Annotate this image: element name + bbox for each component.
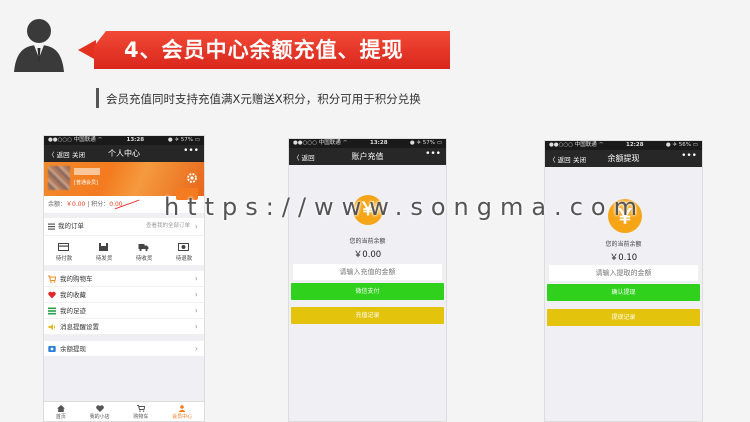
status-battery: ● ✈ 57% ▭ <box>167 137 200 143</box>
tab-label: 购物车 <box>133 414 149 420</box>
more-menu-button[interactable]: ••• <box>681 151 697 161</box>
avatar[interactable] <box>48 166 70 190</box>
status-bar: ●●○○○ 中国联通 ⌔ 12:28 ● ✈ 56% ▭ <box>545 141 702 150</box>
menu-item-notifications[interactable]: 消息提醒设置 › <box>44 319 204 335</box>
more-menu-button[interactable]: ••• <box>183 146 199 156</box>
subtitle-divider <box>96 88 99 108</box>
tab-home[interactable]: 首页 <box>56 402 66 421</box>
current-balance-value: ￥0.10 <box>609 253 638 263</box>
nav-title: 个人中心 <box>108 149 140 158</box>
withdraw-history-button[interactable]: 提现记录 <box>547 309 700 326</box>
tab-member-center[interactable]: 会员中心 <box>172 402 192 421</box>
nav-bar: 〈 返回 关闭 余额提现 ••• <box>545 150 702 167</box>
status-carrier: ●●○○○ 中国联通 ⌔ <box>293 140 348 146</box>
account-recharge-screen: ●●○○○ 中国联通 ⌔ 13:28 ● ✈ 57% ▭ 〈 返回 账户充值 •… <box>288 138 447 422</box>
menu-item-label: 我的足迹 <box>60 307 86 315</box>
tab-label: 首页 <box>55 414 66 420</box>
order-pending-receipt[interactable]: 待收货 <box>135 242 153 262</box>
status-time: 13:28 <box>126 137 145 143</box>
nav-bar: 〈 返回 关闭 个人中心 ••• <box>44 145 204 162</box>
person-silhouette-icon <box>14 19 64 72</box>
menu-item-label: 我的收藏 <box>60 291 86 299</box>
nav-title: 余额提现 <box>607 154 640 163</box>
truck-icon <box>138 244 149 252</box>
chevron-right-icon: › <box>194 290 198 299</box>
menu-group-2: 余额提现 › <box>44 341 204 357</box>
status-bar: ●●○○○ 中国联通 ⌔ 13:28 ● ✈ 57% ▭ <box>289 139 446 148</box>
heart-shop-icon <box>95 405 104 412</box>
confirm-withdraw-button[interactable]: 确认提现 <box>547 284 700 301</box>
list-icon <box>48 307 56 315</box>
order-icon-label: 待付款 <box>55 256 73 262</box>
chevron-right-icon: › <box>194 344 198 353</box>
points-label: | 积分： <box>87 201 110 208</box>
current-balance-label: 您的当前余额 <box>605 241 642 248</box>
balance-withdraw-screen: ●●○○○ 中国联通 ⌔ 12:28 ● ✈ 56% ▭ 〈 返回 关闭 余额提… <box>544 140 703 422</box>
nav-title: 账户充值 <box>351 152 384 161</box>
page-subtitle: 会员充值同时支持充值满X元赠送X积分，积分可用于积分兑换 <box>106 92 421 106</box>
balance-label: 余额： <box>48 201 67 208</box>
menu-lines-icon <box>48 223 55 230</box>
tab-cart[interactable]: 购物车 <box>133 402 148 421</box>
home-icon <box>56 405 65 412</box>
status-carrier: ●●○○○ 中国联通 ⌔ <box>48 137 103 143</box>
refund-icon <box>178 243 190 251</box>
status-battery: ● ✈ 57% ▭ <box>409 140 442 146</box>
order-icon-label: 待发货 <box>95 256 113 262</box>
status-bar: ●●○○○ 中国联通 ⌔ 13:28 ● ✈ 57% ▭ <box>44 136 204 145</box>
heart-icon <box>48 291 56 299</box>
chevron-right-icon: › <box>194 322 198 331</box>
wechat-pay-button[interactable]: 微信支付 <box>291 283 444 300</box>
balance-value: ￥0.00 <box>66 201 86 208</box>
menu-item-cart[interactable]: 我的购物车 › <box>44 271 204 287</box>
package-icon <box>99 243 109 251</box>
user-icon <box>178 405 186 412</box>
user-level: [普通会员] <box>74 180 98 186</box>
tab-label: 会员中心 <box>172 414 193 420</box>
recharge-amount-input[interactable] <box>293 264 442 280</box>
menu-item-footprints[interactable]: 我的足迹 › <box>44 303 204 319</box>
status-time: 13:28 <box>370 140 388 146</box>
chevron-right-icon: › <box>194 274 198 283</box>
menu-item-label: 余额提现 <box>60 345 86 353</box>
withdraw-icon <box>48 346 56 352</box>
status-time: 12:28 <box>626 142 644 148</box>
order-status-icons: 待付款 待发货 待收货 待退款 <box>44 235 204 265</box>
order-icon-label: 待收货 <box>135 256 153 262</box>
gear-icon[interactable] <box>186 172 198 184</box>
my-orders-label: 我的订单 <box>58 222 84 230</box>
current-balance-value: ￥0.00 <box>353 250 382 260</box>
menu-item-label: 消息提醒设置 <box>60 323 99 331</box>
page-title: 4、会员中心余额充值、提现 <box>94 31 450 69</box>
wallet-icon <box>58 243 70 251</box>
recharge-history-button[interactable]: 充值记录 <box>291 307 444 324</box>
nav-bar: 〈 返回 账户充值 ••• <box>289 148 446 165</box>
menu-group-1: 我的购物车 › 我的收藏 › 我的足迹 › 消息提醒设置 › <box>44 271 204 335</box>
order-pending-refund[interactable]: 待退款 <box>175 242 193 262</box>
banner-pointer <box>78 40 96 60</box>
user-name <box>74 168 100 175</box>
more-menu-button[interactable]: ••• <box>425 149 441 159</box>
menu-item-favorites[interactable]: 我的收藏 › <box>44 287 204 303</box>
watermark-text: https://www.songma.com <box>164 193 645 221</box>
status-battery: ● ✈ 56% ▭ <box>665 142 698 148</box>
cart-tab-icon <box>136 405 145 412</box>
order-pending-shipment[interactable]: 待发货 <box>95 242 113 262</box>
cart-icon <box>48 275 56 283</box>
menu-item-label: 我的购物车 <box>60 275 93 283</box>
current-balance-label: 您的当前余额 <box>349 238 386 245</box>
member-center-screen: ●●○○○ 中国联通 ⌔ 13:28 ● ✈ 57% ▭ 〈 返回 关闭 个人中… <box>43 135 205 422</box>
tab-label: 我的小店 <box>89 414 110 420</box>
bottom-tab-bar: 首页 我的小店 购物车 会员中心 <box>44 401 204 421</box>
menu-item-withdraw[interactable]: 余额提现 › <box>44 341 204 357</box>
order-icon-label: 待退款 <box>175 256 193 262</box>
speaker-icon <box>48 324 56 330</box>
status-carrier: ●●○○○ 中国联通 ⌔ <box>549 142 604 148</box>
tab-my-shop[interactable]: 我的小店 <box>90 402 110 421</box>
order-pending-payment[interactable]: 待付款 <box>55 242 73 262</box>
withdraw-amount-input[interactable] <box>549 265 698 281</box>
chevron-right-icon: › <box>194 306 198 315</box>
